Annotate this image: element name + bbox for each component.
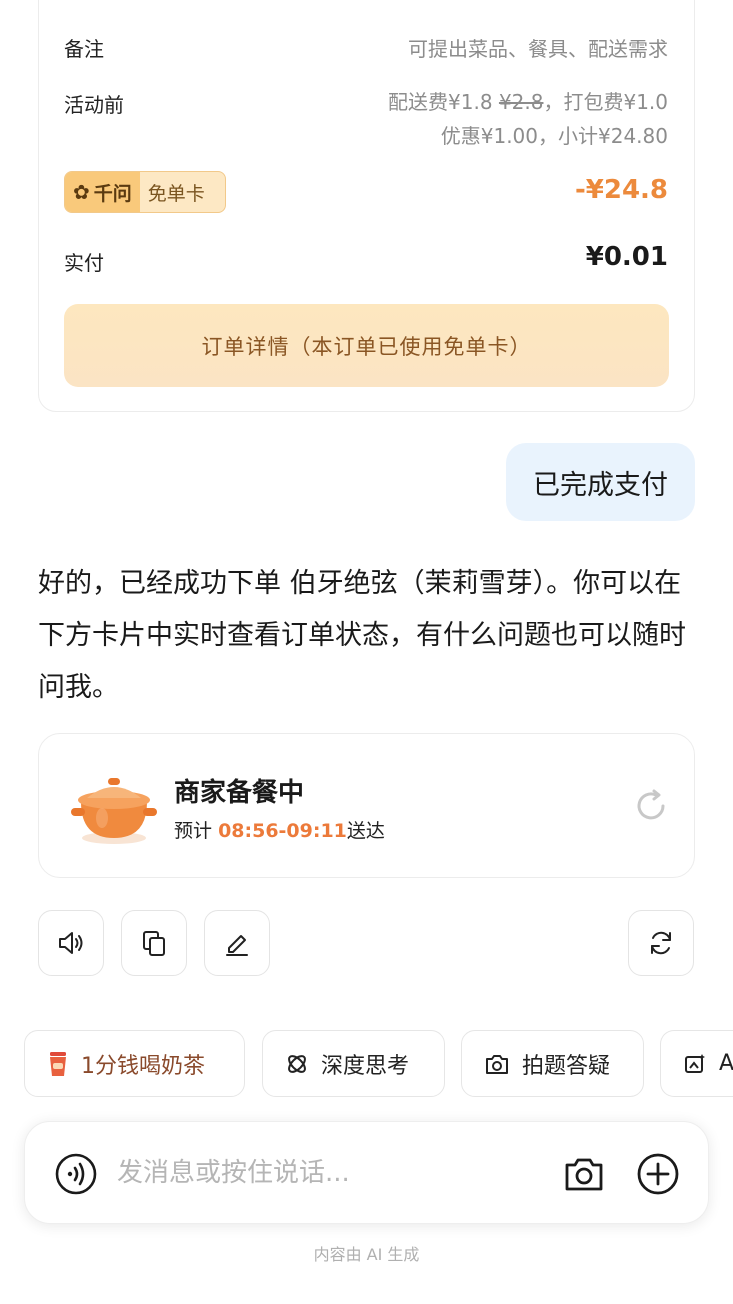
chip-ai-image[interactable]: AI (660, 1030, 733, 1097)
qianwen-brand-badge: ✿ 千问 (65, 172, 140, 212)
copy-button[interactable] (121, 910, 187, 976)
ai-generated-note: 内容由 AI 生成 (313, 1245, 420, 1264)
subtotal-summary: 优惠¥1.00，小计¥24.80 (440, 124, 668, 148)
chip-label: 1分钱喝奶茶 (81, 1053, 205, 1079)
free-order-card-tag: ✿ 千问 免单卡 (64, 171, 226, 213)
message-input[interactable] (117, 1148, 537, 1198)
remark-label: 备注 (64, 37, 104, 61)
eta-prefix: 预计 (174, 820, 213, 842)
edit-button[interactable] (204, 910, 270, 976)
copy-icon (143, 931, 165, 956)
chip-photo-question[interactable]: 拍题答疑 (461, 1030, 644, 1097)
delivery-fee-value: ¥1.8 (448, 90, 493, 114)
order-status-card[interactable]: 商家备餐中 预计 08:56-09:11送达 (38, 733, 695, 878)
discount-amount: -¥24.8 (574, 175, 668, 205)
delivery-fee-label: 配送费 (388, 90, 449, 114)
refresh-icon (651, 931, 671, 955)
eta-time: 08:56-09:11 (218, 820, 347, 842)
deep-think-icon (285, 1052, 309, 1076)
free-order-label: 免单卡 (147, 182, 205, 205)
flower-logo-icon: ✿ (73, 180, 90, 204)
plus-icon[interactable] (636, 1152, 680, 1196)
camera-icon[interactable] (562, 1152, 606, 1196)
packing-fee-text: ，打包费¥1.0 (543, 90, 668, 114)
delivery-fee-original: ¥2.8 (498, 90, 544, 114)
speaker-icon (59, 932, 83, 954)
cooking-pot-icon (71, 778, 157, 844)
status-title: 商家备餐中 (174, 778, 305, 808)
chip-label: 深度思考 (321, 1053, 410, 1079)
fee-breakdown: 配送费¥1.8 ¥2.8，打包费¥1.0 (388, 86, 668, 115)
pencil-icon (226, 935, 248, 956)
message-input-bar (24, 1121, 709, 1224)
user-message-bubble: 已完成支付 (506, 443, 695, 521)
regenerate-button[interactable] (628, 910, 694, 976)
eta-text: 预计 08:56-09:11送达 (174, 816, 385, 843)
ai-image-icon (683, 1052, 707, 1076)
chip-label: AI (719, 1051, 733, 1076)
milk-tea-icon (47, 1050, 69, 1078)
chip-deep-think[interactable]: 深度思考 (262, 1030, 445, 1097)
remark-value[interactable]: 可提出菜品、餐具、配送需求 (408, 33, 668, 62)
voice-input-icon[interactable] (54, 1152, 98, 1196)
eta-suffix: 送达 (346, 820, 385, 842)
assistant-reply: 好的，已经成功下单 伯牙绝弦（茉莉雪芽）。你可以在下方卡片中实时查看订单状态，有… (38, 568, 686, 703)
pre-activity-label: 活动前 (64, 93, 124, 117)
brand-name: 千问 (93, 182, 132, 205)
loading-icon (637, 789, 665, 820)
read-aloud-button[interactable] (38, 910, 104, 976)
paid-label: 实付 (64, 251, 104, 275)
chip-label: 拍题答疑 (522, 1053, 611, 1079)
order-detail-button[interactable]: 订单详情（本订单已使用免单卡） (64, 304, 669, 387)
camera-question-icon (484, 1052, 510, 1076)
chip-milk-tea[interactable]: 1分钱喝奶茶 (24, 1030, 245, 1097)
paid-amount: ¥0.01 (585, 242, 668, 272)
